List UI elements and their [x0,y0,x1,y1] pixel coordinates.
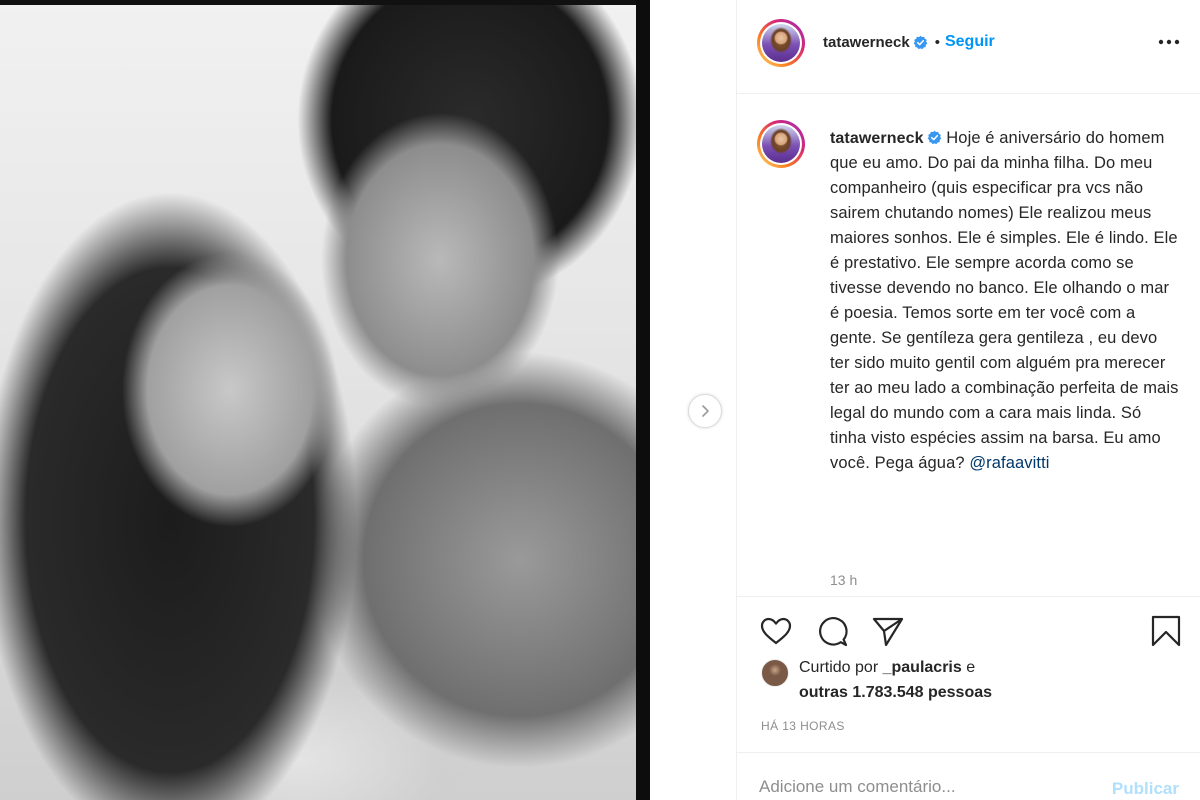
verified-badge-icon [927,130,941,145]
liked-by-prefix: Curtido por [799,659,879,676]
next-photo-button[interactable] [688,394,722,428]
more-options-button[interactable] [1157,30,1181,54]
avatar-image [762,24,800,62]
liked-by-conj: e [966,659,976,676]
photo-film-border-right [636,0,650,800]
post-date[interactable]: HÁ 13 HORAS [761,719,845,733]
paper-plane-icon[interactable] [871,615,905,647]
mention-link[interactable]: @rafaavitti [969,454,1049,472]
post-actions: Curtido por _paulacris e outras 1.783.54… [737,596,1200,752]
header-author: tatawerneck • Seguir [823,33,995,51]
more-options-icon [1158,39,1180,45]
heart-icon[interactable] [759,615,793,647]
likes-count[interactable]: outras 1.783.548 pessoas [799,684,992,702]
follow-button[interactable]: Seguir [945,33,995,51]
caption-author-avatar[interactable] [757,120,805,168]
separator-dot: • [934,33,940,51]
post-side-panel: tatawerneck • Seguir tatawerneck Hoje é … [736,0,1200,800]
post-media [0,0,736,800]
caption-section: tatawerneck Hoje é aniversário do homem … [737,94,1200,596]
publish-button[interactable]: Publicar [1112,779,1179,799]
post-caption: tatawerneck Hoje é aniversário do homem … [830,126,1180,476]
avatar-image [762,125,800,163]
comment-input[interactable] [759,775,1059,799]
liked-by-summary: Curtido por _paulacris e outras 1.783.54… [761,659,1181,703]
caption-author-username[interactable]: tatawerneck [830,130,924,147]
comment-bubble-icon[interactable] [815,615,849,647]
liked-by-line: Curtido por _paulacris e [799,659,975,677]
author-avatar[interactable] [757,19,805,67]
post-photo [0,0,650,800]
caption-timestamp[interactable]: 13 h [830,572,857,588]
photo-film-border-top [0,0,650,5]
liked-by-user[interactable]: _paulacris [883,659,962,676]
chevron-right-icon [702,405,709,417]
liker-avatar[interactable] [761,659,789,687]
bookmark-icon[interactable] [1149,615,1183,647]
author-username[interactable]: tatawerneck [823,34,910,51]
post-header: tatawerneck • Seguir [737,0,1200,94]
caption-body: Hoje é aniversário do homem que eu amo. … [830,129,1179,472]
comment-bar: Publicar [737,752,1200,800]
verified-badge-icon [913,35,927,49]
